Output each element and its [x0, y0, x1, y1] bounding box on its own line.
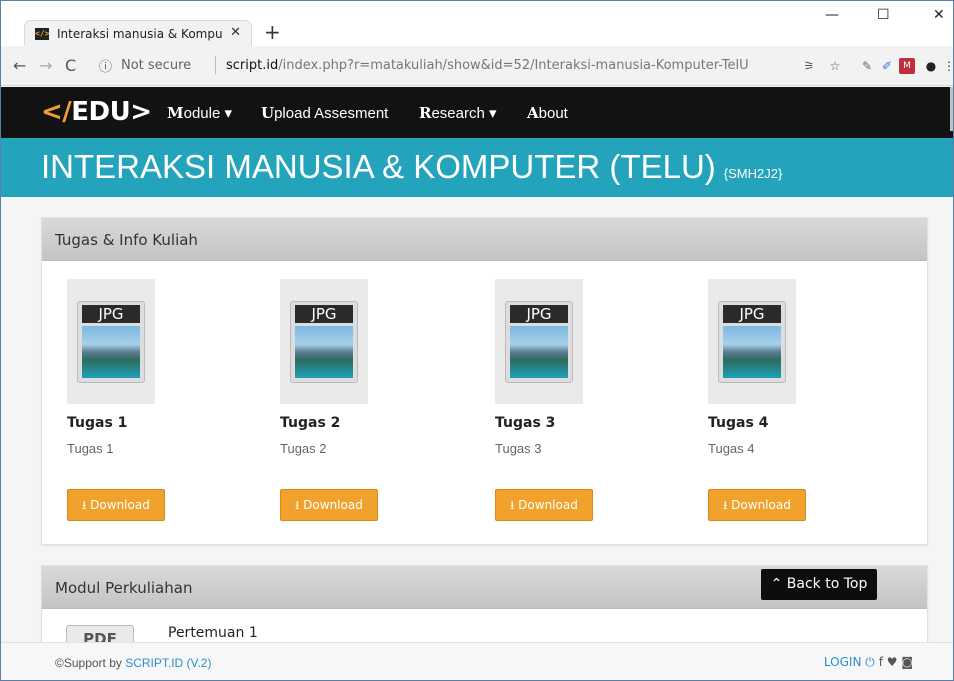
download-button[interactable]: ⭳ Download — [280, 489, 378, 521]
tugas-title: Tugas 3 — [495, 415, 556, 431]
social-icons[interactable]: f ♥ ◙ — [879, 655, 913, 669]
course-code: {SMH2J2} — [723, 166, 783, 181]
tab-close-icon[interactable]: ✕ — [230, 25, 241, 40]
nav-research[interactable]: Research ▾ — [419, 104, 497, 122]
tugas-subtitle: Tugas 4 — [708, 441, 755, 456]
url-domain: script.id — [226, 58, 279, 73]
minimize-button[interactable]: — — [825, 7, 839, 23]
download-button[interactable]: ⭳ Download — [495, 489, 593, 521]
info-icon[interactable]: ⓘ — [99, 56, 112, 75]
nav-about[interactable]: About — [527, 104, 568, 122]
tab-title: Interaksi manusia & Komputer (T — [57, 27, 223, 41]
browser-tab[interactable]: </> Interaksi manusia & Komputer (T ✕ — [25, 21, 251, 47]
modul-item-title[interactable]: Pertemuan 1 — [168, 625, 258, 641]
panel-tugas: Tugas & Info Kuliah JPG Tugas 1 Tugas 1 … — [41, 217, 928, 545]
avatar-icon[interactable]: ● — [923, 58, 939, 74]
security-label: Not secure — [121, 58, 192, 73]
browser-window: </> Interaksi manusia & Komputer (T ✕ + … — [0, 0, 954, 681]
tugas-title: Tugas 4 — [708, 415, 769, 431]
back-to-top-button[interactable]: ⌃ Back to Top — [761, 569, 877, 600]
download-button[interactable]: ⭳ Download — [67, 489, 165, 521]
file-thumbnail[interactable]: JPG — [67, 279, 155, 404]
address-separator — [215, 56, 216, 74]
file-thumbnail[interactable]: JPG — [708, 279, 796, 404]
back-button[interactable]: ← — [13, 56, 26, 75]
tugas-subtitle: Tugas 3 — [495, 441, 542, 456]
login-link[interactable]: LOGIN ⏻ — [824, 655, 875, 669]
address-bar[interactable]: ⓘ Not secure script.id/index.php?r=matak… — [93, 53, 795, 79]
panel-modul-title: Modul Perkuliahan — [55, 579, 193, 597]
new-tab-button[interactable]: + — [264, 20, 281, 44]
tugas-subtitle: Tugas 1 — [67, 441, 114, 456]
eyedropper-icon[interactable]: ✎ — [859, 58, 875, 74]
nav-upload-assesment[interactable]: Upload Assesment — [261, 104, 388, 122]
url-path: /index.php?r=matakuliah/show&id=52/Inter… — [278, 58, 749, 73]
ext-red-icon[interactable]: M — [899, 58, 915, 74]
jpg-file-icon: JPG — [718, 301, 786, 383]
menu-icon[interactable]: ⋮ — [941, 58, 953, 74]
nav-module[interactable]: Module ▾ — [167, 104, 232, 122]
panel-tugas-title: Tugas & Info Kuliah — [55, 231, 198, 249]
pen-icon[interactable]: ✐ — [879, 58, 895, 74]
translate-icon[interactable]: ⚞ — [801, 58, 817, 74]
jpg-file-icon: JPG — [290, 301, 358, 383]
course-header: INTERAKSI MANUSIA & KOMPUTER (TELU) {SMH2… — [1, 138, 953, 197]
tugas-subtitle: Tugas 2 — [280, 441, 327, 456]
tab-strip: </> Interaksi manusia & Komputer (T ✕ + … — [1, 1, 953, 47]
tugas-title: Tugas 1 — [67, 415, 128, 431]
scrollbar-thumb[interactable] — [950, 87, 953, 131]
download-button[interactable]: ⭳ Download — [708, 489, 806, 521]
page-title: INTERAKSI MANUSIA & KOMPUTER (TELU) {SMH2… — [41, 148, 783, 185]
url-text[interactable]: script.id/index.php?r=matakuliah/show&id… — [226, 58, 749, 73]
site-logo[interactable]: </EDU> — [41, 97, 152, 127]
footer-support: ©Support by SCRIPT.ID (V.2) — [55, 656, 212, 670]
star-icon[interactable]: ☆ — [827, 58, 843, 74]
footer-right: LOGIN ⏻ f ♥ ◙ — [824, 655, 913, 670]
site-navbar: </EDU> Module ▾ Upload Assesment Researc… — [1, 87, 953, 138]
site-footer: ©Support by SCRIPT.ID (V.2) LOGIN ⏻ f ♥ ◙ — [1, 642, 953, 680]
browser-toolbar: ← → C ⓘ Not secure script.id/index.php?r… — [1, 46, 953, 86]
forward-button[interactable]: → — [39, 56, 52, 75]
maximize-button[interactable]: ☐ — [877, 7, 890, 23]
support-link[interactable]: SCRIPT.ID (V.2) — [125, 656, 211, 670]
file-thumbnail[interactable]: JPG — [280, 279, 368, 404]
reload-button[interactable]: C — [65, 56, 76, 75]
close-window-button[interactable]: ✕ — [933, 7, 945, 23]
jpg-file-icon: JPG — [505, 301, 573, 383]
favicon-icon: </> — [35, 28, 50, 40]
jpg-file-icon: JPG — [77, 301, 145, 383]
panel-tugas-header: Tugas & Info Kuliah — [42, 218, 927, 261]
file-thumbnail[interactable]: JPG — [495, 279, 583, 404]
web-page: </EDU> Module ▾ Upload Assesment Researc… — [1, 87, 953, 680]
tugas-title: Tugas 2 — [280, 415, 341, 431]
